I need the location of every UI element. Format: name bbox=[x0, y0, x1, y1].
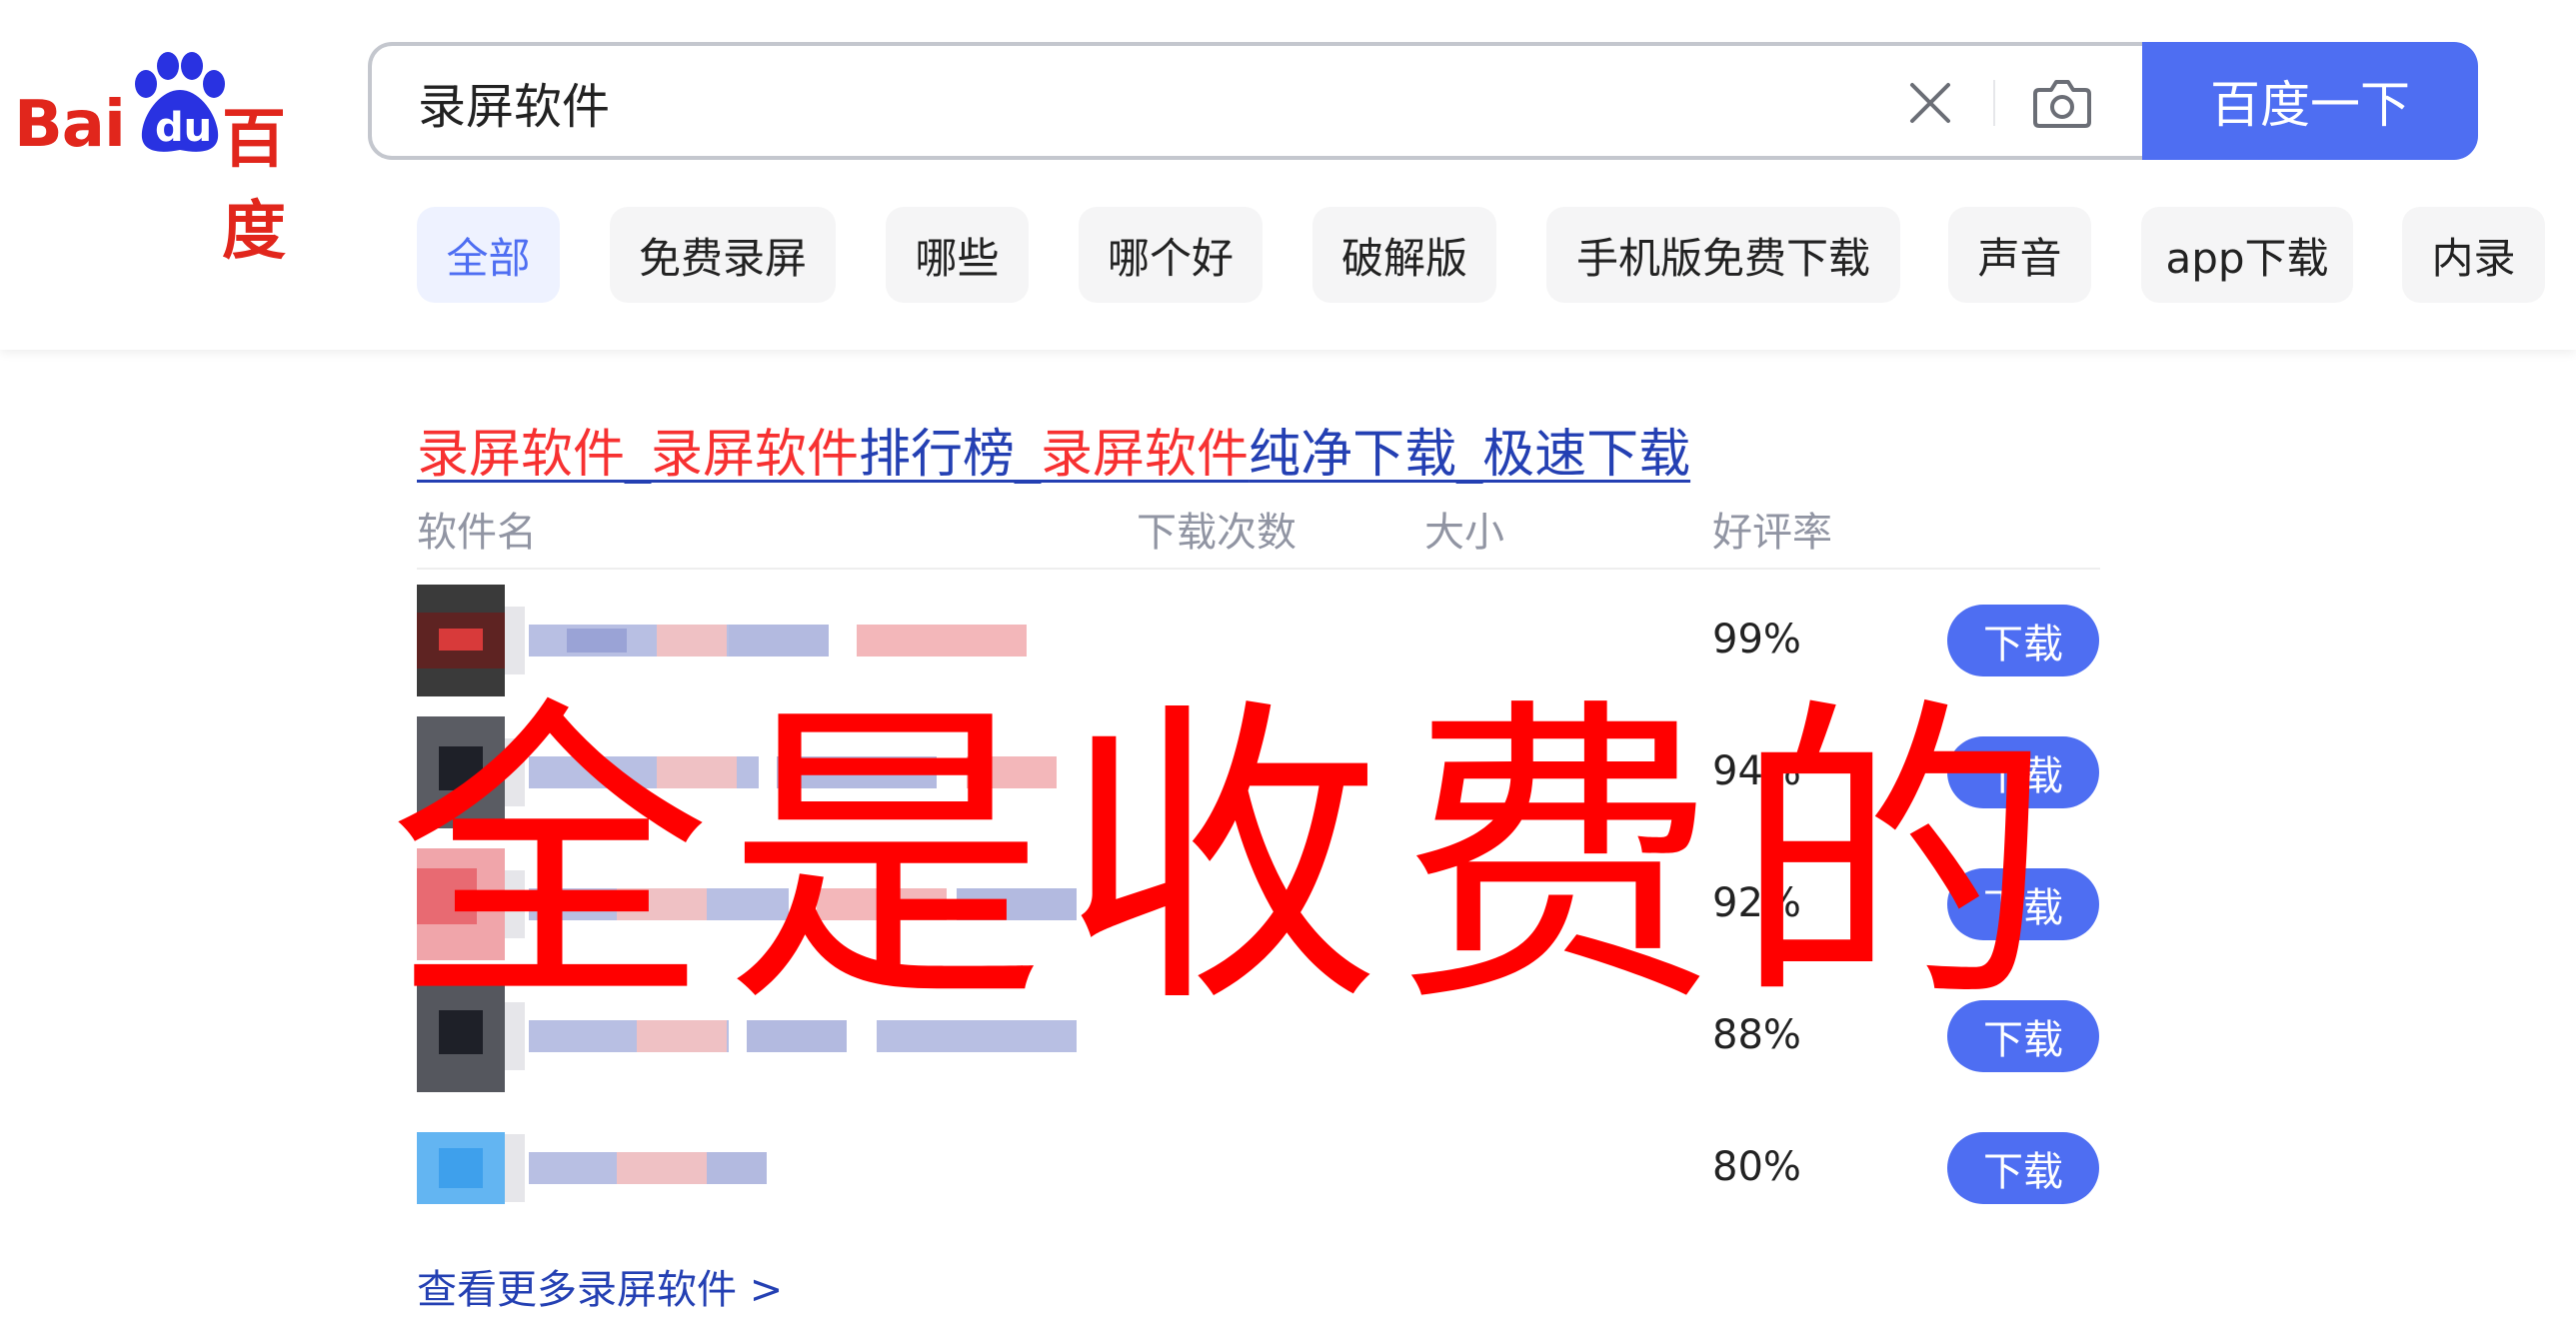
column-header-name: 软件名 bbox=[417, 510, 537, 556]
rating-value: 80% bbox=[1712, 1144, 1801, 1190]
table-row: 94% 下载 bbox=[417, 716, 2100, 836]
search-button[interactable]: 百度一下 bbox=[2142, 42, 2478, 160]
tab-best[interactable]: 哪个好 bbox=[1079, 207, 1263, 303]
table-row: 99% 下载 bbox=[417, 585, 2100, 704]
rating-value: 92% bbox=[1712, 880, 1801, 926]
tab-which[interactable]: 哪些 bbox=[886, 207, 1029, 303]
search-header: Bai du 百度 百度一下 全部 免费录屏 哪些 哪个好 破解版 手机版免费下… bbox=[0, 0, 2576, 350]
table-row: 80% 下载 bbox=[417, 1112, 2100, 1232]
download-button[interactable]: 下载 bbox=[1947, 868, 2099, 940]
rating-value: 94% bbox=[1712, 748, 1801, 794]
logo-cn-text: 百度 bbox=[222, 103, 286, 269]
baidu-logo[interactable]: Bai du 百度 bbox=[14, 50, 324, 269]
search-input[interactable] bbox=[418, 66, 1817, 138]
tab-app-download[interactable]: app下载 bbox=[2141, 207, 2353, 303]
logo-badge-text: du bbox=[155, 105, 213, 151]
pixelated-software-entry bbox=[417, 1132, 767, 1204]
title-keyword: 录屏软件 bbox=[1041, 425, 1250, 485]
pixelated-software-entry bbox=[417, 585, 1027, 696]
pixelated-software-entry bbox=[417, 848, 1077, 960]
title-text: _ bbox=[625, 425, 652, 485]
title-keyword: 录屏软件 bbox=[417, 425, 626, 485]
search-box bbox=[368, 42, 2147, 160]
column-header-rating: 好评率 bbox=[1712, 510, 1832, 556]
title-text: 纯净下载_极速下载 bbox=[1249, 425, 1691, 485]
result-title-link[interactable]: 录屏软件_录屏软件排行榜_录屏软件纯净下载_极速下载 bbox=[417, 412, 1690, 487]
table-row: 88% 下载 bbox=[417, 980, 2100, 1100]
column-header-downloads: 下载次数 bbox=[1137, 510, 1296, 556]
more-results-link[interactable]: 查看更多录屏软件 > bbox=[417, 1257, 783, 1315]
table-row: 92% 下载 bbox=[417, 848, 2100, 968]
pixelated-software-entry bbox=[417, 980, 1077, 1092]
pixelated-software-entry bbox=[417, 716, 1057, 828]
tab-all[interactable]: 全部 bbox=[417, 207, 560, 303]
tab-free[interactable]: 免费录屏 bbox=[610, 207, 836, 303]
divider bbox=[1993, 80, 1995, 126]
download-button[interactable]: 下载 bbox=[1947, 1132, 2099, 1204]
tab-mobile-download[interactable]: 手机版免费下载 bbox=[1546, 207, 1900, 303]
download-button[interactable]: 下载 bbox=[1947, 605, 2099, 676]
table-divider bbox=[417, 568, 2100, 570]
download-button[interactable]: 下载 bbox=[1947, 736, 2099, 808]
rating-value: 88% bbox=[1712, 1012, 1801, 1058]
download-button[interactable]: 下载 bbox=[1947, 1000, 2099, 1072]
logo-latin-text: Bai bbox=[14, 88, 126, 162]
tab-audio[interactable]: 声音 bbox=[1948, 207, 2091, 303]
column-header-size: 大小 bbox=[1424, 510, 1504, 556]
clear-icon[interactable] bbox=[1906, 79, 1954, 127]
title-text: 排行榜_ bbox=[859, 425, 1042, 485]
title-keyword: 录屏软件 bbox=[651, 425, 860, 485]
camera-icon[interactable] bbox=[2031, 74, 2093, 130]
rating-value: 99% bbox=[1712, 617, 1801, 663]
tab-internal-record[interactable]: 内录 bbox=[2402, 207, 2545, 303]
tab-cracked[interactable]: 破解版 bbox=[1312, 207, 1496, 303]
